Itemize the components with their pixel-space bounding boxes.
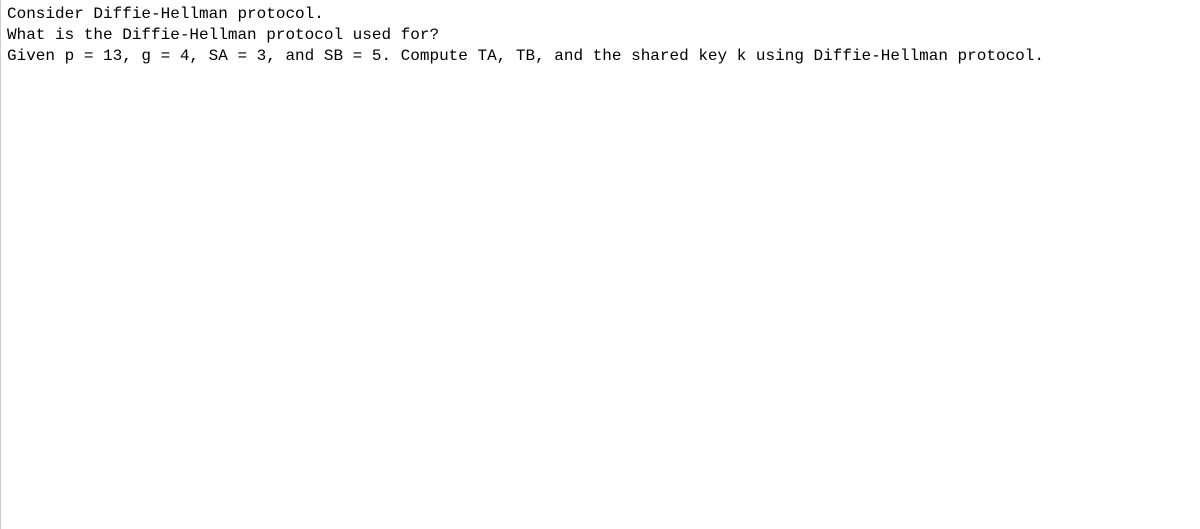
question-line-3: Given p = 13, g = 4, SA = 3, and SB = 5.… — [7, 46, 1194, 67]
question-line-2: What is the Diffie-Hellman protocol used… — [7, 25, 1194, 46]
question-line-1: Consider Diffie-Hellman protocol. — [7, 4, 1194, 25]
